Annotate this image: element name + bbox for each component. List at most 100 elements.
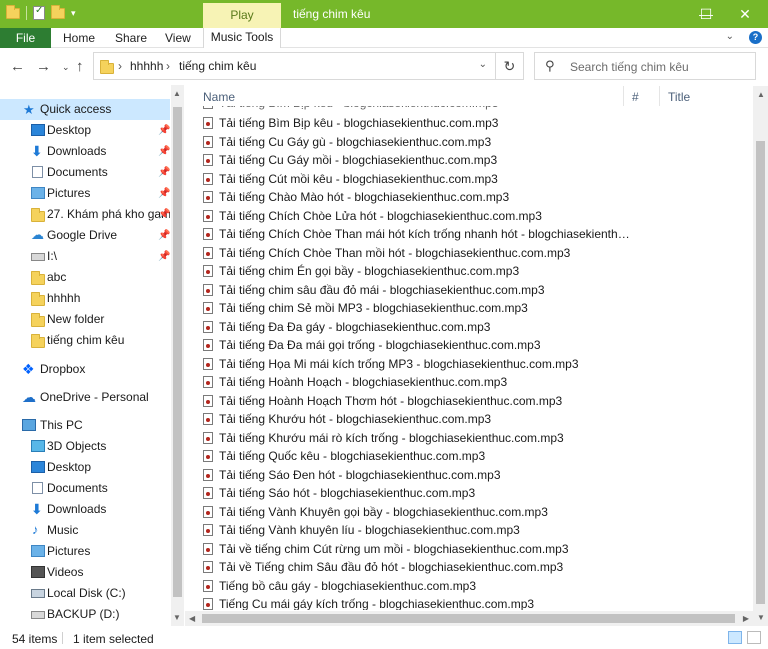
- nav-google-drive[interactable]: ☁ Google Drive 📌: [0, 225, 170, 246]
- list-item[interactable]: Tải tiếng chim Sẻ mồi MP3 - blogchiaseki…: [203, 299, 633, 317]
- breadcrumb-current[interactable]: tiếng chim kêu: [179, 59, 256, 73]
- list-item[interactable]: Tải về tiếng chim Cút rừng um mồi - blog…: [203, 540, 633, 558]
- list-item[interactable]: Tải tiếng Sáo hót - blogchiasekienthuc.c…: [203, 484, 633, 502]
- list-item[interactable]: Tải tiếng Chích Chòe Than mồi hót - blog…: [203, 244, 633, 262]
- list-item[interactable]: Tải tiếng Họa Mi mái kích trống MP3 - bl…: [203, 355, 633, 373]
- list-item[interactable]: Tải tiếng Vành khuyên líu - blogchiaseki…: [203, 521, 633, 539]
- breadcrumb-separator[interactable]: ›: [166, 59, 170, 73]
- list-item[interactable]: Tải tiếng Bìm Bịp kêu - blogchiasekienth…: [203, 114, 633, 132]
- nav-dropbox[interactable]: ❖ Dropbox: [0, 359, 170, 380]
- tab-view[interactable]: View: [165, 28, 191, 48]
- nav-pc-downloads[interactable]: ⬇ Downloads: [0, 499, 170, 520]
- refresh-button[interactable]: ↻: [495, 53, 523, 79]
- file-list-vertical-scrollbar[interactable]: ▲ ▼: [753, 86, 768, 626]
- list-item[interactable]: Tải tiếng Chích Chòe Lửa hót - blogchias…: [203, 207, 633, 225]
- list-item[interactable]: Tải tiếng chim sâu đầu đỏ mái - blogchia…: [203, 281, 633, 299]
- nav-i-drive[interactable]: I:\ 📌: [0, 246, 170, 267]
- list-item[interactable]: Tải về Tiếng chim Sâu đầu đỏ hót - blogc…: [203, 558, 633, 576]
- list-item[interactable]: Tải tiếng Đa Đa mái gọi trống - blogchia…: [203, 336, 633, 354]
- navigation-pane: ★ Quick access Desktop 📌 ⬇ Downloads 📌 D…: [0, 96, 184, 626]
- list-item[interactable]: Tải tiếng Đa Đa gáy - blogchiasekienthuc…: [203, 318, 633, 336]
- pin-icon: 📌: [158, 209, 170, 220]
- list-item[interactable]: Tải tiếng Hoành Hoạch - blogchiasekienth…: [203, 373, 633, 391]
- nav-backup-d[interactable]: BACKUP (D:): [0, 604, 170, 625]
- nav-new-folder[interactable]: New folder: [0, 309, 170, 330]
- scroll-right-icon[interactable]: ▶: [743, 614, 749, 623]
- forward-button[interactable]: →: [36, 58, 51, 75]
- breadcrumb-separator[interactable]: ›: [118, 59, 122, 73]
- back-button[interactable]: ←: [10, 58, 25, 75]
- nav-abc[interactable]: abc: [0, 267, 170, 288]
- scroll-down-icon[interactable]: ▼: [757, 613, 765, 622]
- nav-pc-documents[interactable]: Documents: [0, 478, 170, 499]
- nav-quick-access[interactable]: ★ Quick access: [0, 99, 170, 120]
- column-name[interactable]: Name: [203, 90, 235, 104]
- address-bar[interactable]: › hhhhh › tiếng chim kêu ⌄ ↻: [93, 52, 524, 80]
- expand-ribbon-icon[interactable]: ⌄: [726, 31, 734, 42]
- new-folder-icon[interactable]: [51, 4, 65, 19]
- column-number[interactable]: #: [632, 90, 639, 104]
- details-view-button[interactable]: [728, 631, 742, 644]
- tab-music-tools[interactable]: Music Tools: [203, 28, 281, 49]
- customize-toolbar-icon[interactable]: ▾: [71, 8, 76, 19]
- scrollbar-thumb[interactable]: [756, 141, 765, 604]
- scrollbar-thumb[interactable]: [202, 614, 735, 623]
- folder-icon[interactable]: [6, 4, 20, 19]
- nav-3d-objects[interactable]: 3D Objects: [0, 436, 170, 457]
- list-item[interactable]: Tải tiếng Chích Chòe Than mái hót kích t…: [203, 225, 633, 243]
- nav-local-disk-c[interactable]: Local Disk (C:): [0, 583, 170, 604]
- nav-desktop[interactable]: Desktop 📌: [0, 120, 170, 141]
- list-item[interactable]: Tải tiếng Bìm Bịp kêu - blogchiasekienth…: [203, 106, 633, 112]
- list-item[interactable]: Tải tiếng Chào Mào hót - blogchiasekient…: [203, 188, 633, 206]
- nav-this-pc[interactable]: This PC: [0, 415, 170, 436]
- list-item[interactable]: Tải tiếng Cút mồi kêu - blogchiasekienth…: [203, 170, 633, 188]
- list-item[interactable]: Tải tiếng Sáo Đen hót - blogchiasekienth…: [203, 466, 633, 484]
- download-icon: ⬇: [31, 501, 43, 517]
- nav-documents[interactable]: Documents 📌: [0, 162, 170, 183]
- scroll-up-icon[interactable]: ▲: [757, 90, 765, 99]
- nav-pictures[interactable]: Pictures 📌: [0, 183, 170, 204]
- nav-pc-videos[interactable]: Videos: [0, 562, 170, 583]
- search-input[interactable]: Search tiếng chim kêu: [570, 60, 689, 74]
- large-icons-view-button[interactable]: [747, 631, 761, 644]
- up-button[interactable]: ↑: [76, 58, 84, 75]
- audio-file-icon: [203, 106, 213, 109]
- pin-icon: 📌: [158, 125, 170, 136]
- list-item[interactable]: Tiếng bồ câu gáy - blogchiasekienthuc.co…: [203, 577, 633, 595]
- scrollbar-thumb[interactable]: [173, 107, 182, 597]
- list-item[interactable]: Tải tiếng Vành Khuyên gọi bầy - blogchia…: [203, 503, 633, 521]
- nav-pc-music[interactable]: ♪ Music: [0, 520, 170, 541]
- list-item[interactable]: Tải tiếng Khướu hót - blogchiasekienthuc…: [203, 410, 633, 428]
- address-dropdown-icon[interactable]: ⌄: [479, 59, 487, 70]
- breadcrumb-hhhhh[interactable]: hhhhh: [130, 59, 163, 73]
- tab-home[interactable]: Home: [63, 28, 95, 48]
- nav-downloads[interactable]: ⬇ Downloads 📌: [0, 141, 170, 162]
- nav-pc-pictures[interactable]: Pictures: [0, 541, 170, 562]
- close-button[interactable]: ✕: [722, 0, 768, 28]
- nav-scrollbar[interactable]: ▲ ▼: [171, 85, 184, 626]
- list-item[interactable]: Tải tiếng Khướu mái rò kích trống - blog…: [203, 429, 633, 447]
- list-item[interactable]: Tải tiếng Hoành Hoạch Thơm hót - blogchi…: [203, 392, 633, 410]
- properties-icon[interactable]: [33, 5, 45, 20]
- list-item[interactable]: Tải tiếng Cu Gáy gù - blogchiasekienthuc…: [203, 133, 633, 151]
- scroll-left-icon[interactable]: ◀: [189, 614, 195, 623]
- nav-hhhhh[interactable]: hhhhh: [0, 288, 170, 309]
- scroll-down-icon[interactable]: ▼: [173, 613, 181, 622]
- nav-onedrive[interactable]: ☁ OneDrive - Personal: [0, 387, 170, 408]
- recent-locations-icon[interactable]: ⌄: [62, 62, 70, 73]
- list-item[interactable]: Tiếng Cu mái gáy kích trống - blogchiase…: [203, 595, 633, 610]
- list-item[interactable]: Tải tiếng Quốc kêu - blogchiasekienthuc.…: [203, 447, 633, 465]
- column-title[interactable]: Title: [668, 90, 690, 104]
- list-item[interactable]: Tải tiếng chim Én gọi bầy - blogchiaseki…: [203, 262, 633, 280]
- nav-tieng-chim-keu[interactable]: tiếng chim kêu: [0, 330, 170, 351]
- tab-file[interactable]: File: [0, 28, 51, 48]
- dropbox-icon: ❖: [22, 361, 35, 377]
- nav-pc-desktop[interactable]: Desktop: [0, 457, 170, 478]
- list-item[interactable]: Tải tiếng Cu Gáy mồi - blogchiasekienthu…: [203, 151, 633, 169]
- search-box[interactable]: ⚲ Search tiếng chim kêu: [534, 52, 756, 80]
- help-icon[interactable]: ?: [749, 31, 762, 44]
- tab-share[interactable]: Share: [115, 28, 147, 48]
- file-list-horizontal-scrollbar[interactable]: ◀ ▶: [185, 611, 753, 626]
- scroll-up-icon[interactable]: ▲: [173, 89, 181, 98]
- nav-kho-gam[interactable]: 27. Khám phá kho gam 📌: [0, 204, 170, 225]
